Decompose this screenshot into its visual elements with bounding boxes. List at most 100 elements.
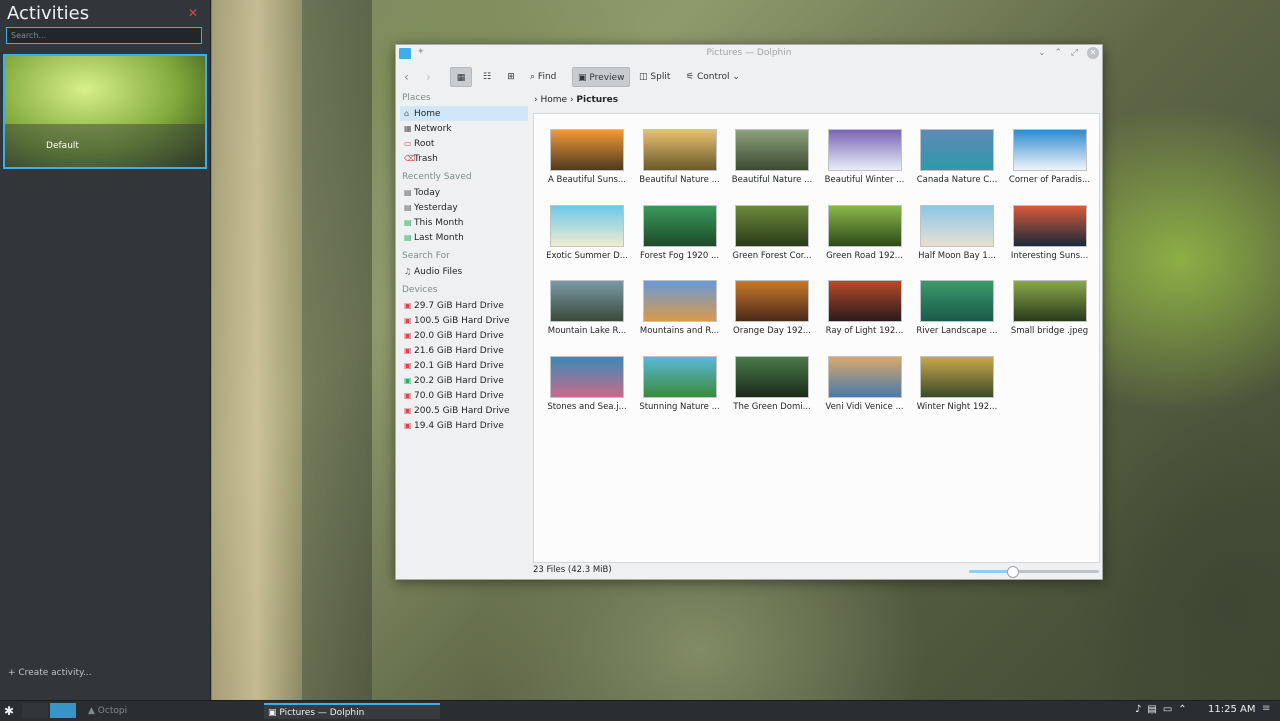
restore-icon[interactable]: ⤢ — [1071, 48, 1078, 58]
activities-search-input[interactable]: Search... — [6, 27, 202, 44]
place-item[interactable]: ▤ Yesterday — [400, 200, 528, 215]
file-item[interactable]: Green Forest Cor... — [727, 202, 817, 272]
file-item[interactable]: Corner of Paradis... — [1005, 126, 1095, 196]
file-item[interactable]: Beautiful Nature ... — [727, 126, 817, 196]
file-item[interactable]: Veni Vidi Venice ... — [820, 353, 910, 423]
file-name: Interesting Suns... — [1010, 250, 1089, 261]
panel-menu-icon[interactable]: ≡ — [1262, 703, 1270, 714]
place-item[interactable]: ▣ 29.7 GiB Hard Drive — [400, 298, 528, 313]
control-button[interactable]: ⚟ Control ⌄ — [686, 67, 750, 87]
place-item[interactable]: ▭ Root — [400, 136, 528, 151]
file-item[interactable]: The Green Domi... — [727, 353, 817, 423]
details-view-icon[interactable]: ⊞ — [500, 67, 522, 87]
file-thumbnail — [642, 280, 717, 322]
icons-view-icon[interactable]: ▦ — [450, 67, 472, 87]
volume-icon[interactable]: ♪ — [1135, 704, 1147, 715]
device-icon[interactable]: ▭ — [1163, 704, 1178, 715]
clock[interactable]: 11:25 AM — [1208, 704, 1255, 715]
place-item[interactable]: ▣ 70.0 GiB Hard Drive — [400, 388, 528, 403]
place-item[interactable]: ⌫Trash — [400, 151, 528, 166]
compact-view-icon[interactable]: ☷ — [476, 67, 498, 87]
place-item[interactable]: ▣ 20.1 GiB Hard Drive — [400, 358, 528, 373]
file-item[interactable]: Beautiful Winter ... — [820, 126, 910, 196]
file-item[interactable]: Orange Day 192... — [727, 277, 817, 347]
forward-icon[interactable]: › — [426, 67, 440, 87]
file-item[interactable]: Mountain Lake R... — [542, 277, 632, 347]
place-item-label: Last Month — [414, 233, 464, 243]
harddrive-icon: ▣ — [404, 301, 412, 310]
sliders-icon: ⚟ — [686, 72, 695, 82]
chevron-down-icon[interactable]: ⌄ — [1038, 48, 1046, 58]
file-item[interactable]: Green Road 192... — [820, 202, 910, 272]
harddrive-icon: ▣ — [404, 376, 412, 385]
task-dolphin[interactable]: ▣ Pictures — Dolphin — [264, 703, 440, 719]
clipboard-icon[interactable]: ▤ — [1147, 704, 1162, 715]
calendar-icon: ▤ — [404, 203, 412, 212]
file-name: Ray of Light 192... — [825, 326, 904, 336]
split-button[interactable]: ◫ Split — [639, 67, 679, 87]
calendar-icon: ▤ — [404, 233, 412, 242]
file-item[interactable]: Interesting Suns... — [1005, 202, 1095, 272]
file-thumbnail — [827, 355, 902, 398]
close-icon[interactable]: ✕ — [188, 6, 198, 20]
file-item[interactable]: Winter Night 192... — [912, 353, 1002, 423]
place-item[interactable]: ▣ 100.5 GiB Hard Drive — [400, 313, 528, 328]
places-section-header: Places — [402, 93, 431, 103]
toolbar: ‹ › ▦ ☷ ⊞ ⌕ Find ▣ Preview ◫ Split ⚟ Con… — [396, 65, 1102, 89]
file-item[interactable]: Half Moon Bay 1... — [912, 202, 1002, 272]
file-thumbnail — [735, 204, 809, 247]
file-item[interactable]: River Landscape ... — [912, 277, 1002, 347]
pager-desktop-2[interactable] — [50, 703, 76, 718]
file-view[interactable]: A Beautiful Suns... Beautiful Nature ... B… — [533, 113, 1100, 563]
expand-tray-icon[interactable]: ⌃ — [1178, 704, 1192, 715]
place-item-label: 20.2 GiB Hard Drive — [414, 376, 504, 386]
file-item[interactable]: Stones and Sea.j... — [542, 353, 632, 423]
place-item[interactable]: ▤ This Month — [400, 215, 528, 230]
pager-desktop-1[interactable] — [22, 703, 48, 718]
file-thumbnail — [1012, 280, 1087, 322]
place-item-label: 19.4 GiB Hard Drive — [414, 421, 504, 431]
chevron-up-icon[interactable]: ⌃ — [1055, 48, 1063, 58]
close-window-icon[interactable]: ✕ — [1087, 47, 1099, 59]
file-name: Winter Night 192... — [916, 401, 998, 412]
file-item[interactable]: Exotic Summer D... — [542, 202, 632, 272]
file-item[interactable]: Canada Nature C... — [912, 126, 1002, 196]
place-item[interactable]: ▣ 21.6 GiB Hard Drive — [400, 343, 528, 358]
file-item[interactable]: Forest Fog 1920 ... — [635, 202, 725, 272]
find-button[interactable]: ⌕ Find — [530, 67, 570, 87]
task-dolphin-label: Pictures — Dolphin — [279, 708, 365, 718]
place-item[interactable]: ⌂ Home — [400, 106, 528, 121]
task-octopi[interactable]: ▲ Octopi — [84, 703, 260, 719]
file-item[interactable]: A Beautiful Suns... — [542, 126, 632, 196]
place-item[interactable]: ▣ 19.4 GiB Hard Drive — [400, 418, 528, 433]
home-icon: ⌂ — [404, 109, 410, 118]
file-item[interactable]: Mountains and R... — [635, 277, 725, 347]
preview-button[interactable]: ▣ Preview — [572, 67, 630, 87]
file-name: Beautiful Nature ... — [639, 175, 720, 185]
app-launcher-icon[interactable]: ✱ — [4, 704, 14, 718]
create-activity-button[interactable]: + Create activity... — [8, 668, 92, 678]
place-item-label: 70.0 GiB Hard Drive — [414, 391, 504, 401]
breadcrumb-current[interactable]: Pictures — [576, 95, 618, 105]
window-titlebar[interactable]: ✦ Pictures — Dolphin ⌄ ⌃ ⤢ ✕ — [396, 45, 1102, 63]
place-item[interactable]: ♫ Audio Files — [400, 264, 528, 279]
activity-card-default[interactable]: Default — [3, 54, 207, 169]
breadcrumb-home[interactable]: Home — [540, 95, 567, 105]
back-icon[interactable]: ‹ — [404, 67, 418, 87]
place-item[interactable]: ▣ 20.2 GiB Hard Drive — [400, 373, 528, 388]
file-item[interactable]: Stunning Nature ... — [635, 353, 725, 423]
zoom-slider[interactable] — [969, 566, 1099, 578]
file-thumbnail — [827, 204, 902, 247]
file-item[interactable]: Beautiful Nature ... — [635, 126, 725, 196]
file-name: Beautiful Winter ... — [824, 175, 905, 185]
place-item[interactable]: ▦ Network — [400, 121, 528, 136]
file-name: The Green Domi... — [733, 401, 811, 412]
place-item[interactable]: ▤ Last Month — [400, 230, 528, 245]
file-item[interactable]: Ray of Light 192... — [820, 277, 910, 347]
file-name: Forest Fog 1920 ... — [639, 250, 720, 261]
place-item[interactable]: ▣ 20.0 GiB Hard Drive — [400, 328, 528, 343]
file-item[interactable]: Small bridge .jpeg — [1005, 277, 1095, 347]
place-item[interactable]: ▣ 200.5 GiB Hard Drive — [400, 403, 528, 418]
zoom-slider-handle[interactable] — [1006, 566, 1019, 578]
place-item[interactable]: ▤ Today — [400, 185, 528, 200]
